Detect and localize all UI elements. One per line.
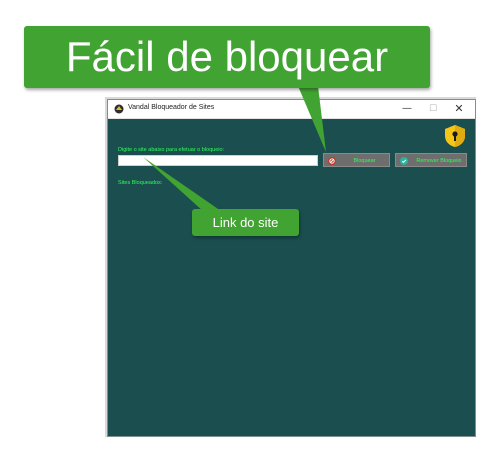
blocked-sites-label: Sites Bloqueados: [118,180,163,186]
url-input[interactable] [118,155,318,166]
title-bar[interactable]: Vandal Bloqueador de Sites — ☐ ✕ [108,100,475,119]
app-window: Vandal Bloqueador de Sites — ☐ ✕ Digite … [107,99,476,437]
minimize-button[interactable]: — [394,100,420,118]
url-input-label: Digite o site abaixo para efetuar o bloq… [118,147,225,153]
link-callout: Link do site [192,209,299,236]
main-callout: Fácil de bloquear [24,26,430,88]
check-circle-icon [400,157,408,165]
main-callout-text: Fácil de bloquear [65,33,389,80]
window-title: Vandal Bloqueador de Sites [128,104,215,111]
block-button[interactable]: Bloquear [323,153,390,167]
app-logo-icon [114,104,124,114]
block-icon [328,157,336,165]
link-callout-text: Link do site [212,215,279,230]
block-button-label: Bloquear [353,158,376,164]
remove-block-button-label: Remover Bloqueio [416,158,462,164]
remove-block-button[interactable]: Remover Bloqueio [395,153,467,167]
close-button[interactable]: ✕ [446,100,472,118]
shield-lock-icon [445,125,465,147]
maximize-button[interactable]: ☐ [420,100,446,118]
